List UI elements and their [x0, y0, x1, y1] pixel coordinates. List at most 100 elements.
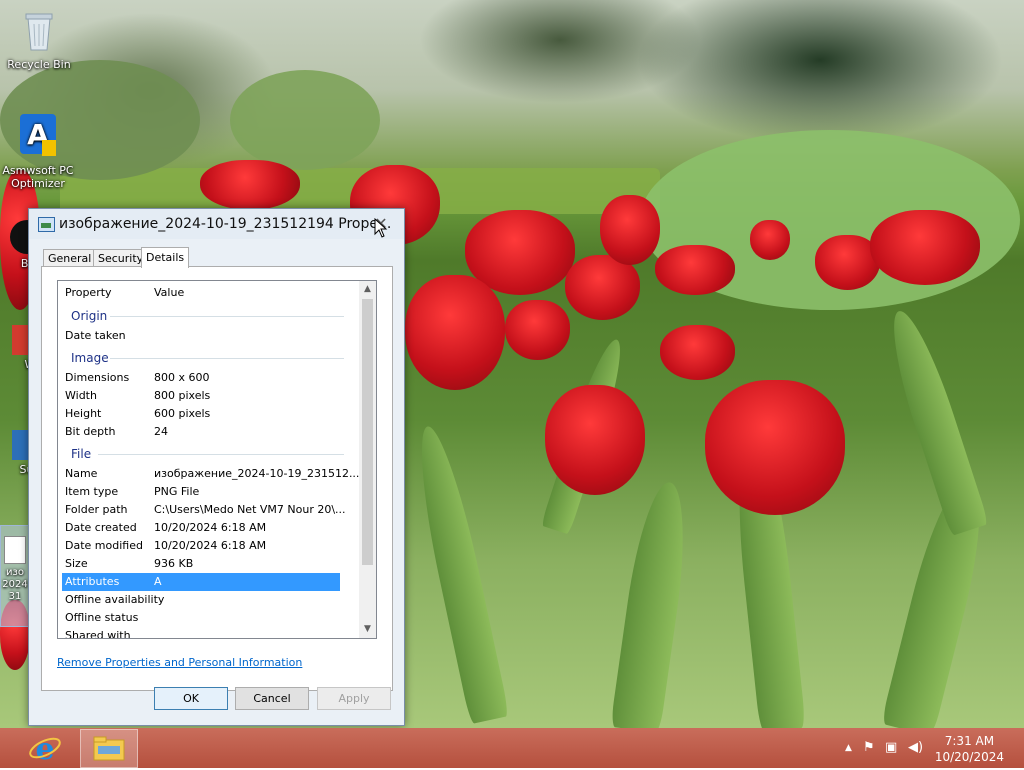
property-name: Size	[65, 557, 88, 570]
property-row[interactable]: Offline availability	[58, 591, 358, 609]
clock[interactable]: 7:31 AM 10/20/2024	[935, 733, 1004, 765]
group-divider	[110, 316, 344, 317]
property-row[interactable]: Dimensions 800 x 600	[58, 369, 358, 387]
svg-text:e: e	[35, 732, 54, 765]
property-row[interactable]: Folder path C:\Users\Medo Net VM7 Nour 2…	[58, 501, 358, 519]
column-header-value[interactable]: Value	[154, 286, 184, 299]
property-value: 936 KB	[154, 557, 194, 570]
property-name: Folder path	[65, 503, 128, 516]
property-name: Date created	[65, 521, 137, 534]
apply-button[interactable]: Apply	[317, 687, 391, 710]
property-name: Attributes	[65, 575, 120, 588]
property-row[interactable]: Size 936 KB	[58, 555, 358, 573]
property-value: 800 x 600	[154, 371, 210, 384]
desktop-icon-asmwsoft[interactable]: A Asmwsoft PC Optimizer	[1, 112, 75, 190]
internet-explorer-icon: e	[29, 732, 61, 767]
recycle-bin-icon	[25, 13, 53, 51]
cancel-button[interactable]: Cancel	[235, 687, 309, 710]
property-name: Shared with	[65, 629, 131, 639]
property-value: C:\Users\Medo Net VM7 Nour 20\...	[154, 503, 346, 516]
column-header-property[interactable]: Property	[65, 286, 112, 299]
action-center-flag-icon[interactable]: ⚑	[863, 740, 875, 755]
wallpaper-leaf	[610, 478, 695, 728]
property-value: 10/20/2024 6:18 AM	[154, 521, 267, 534]
property-row[interactable]: Date taken	[58, 327, 358, 345]
properties-dialog: изображение_2024-10-19_231512194 Prope..…	[28, 208, 405, 726]
property-name: Width	[65, 389, 97, 402]
taskbar-file-explorer[interactable]	[80, 729, 138, 768]
property-row[interactable]: Name изображение_2024-10-19_231512...	[58, 465, 359, 483]
vertical-scrollbar[interactable]: ▲ ▼	[359, 281, 376, 638]
show-hidden-icons-icon[interactable]: ▲	[845, 743, 852, 753]
wallpaper-tulip	[405, 275, 505, 390]
ok-button[interactable]: OK	[154, 687, 228, 710]
property-row[interactable]: Date modified 10/20/2024 6:18 AM	[58, 537, 358, 555]
group-label: Image	[71, 351, 109, 365]
network-icon[interactable]: ▣	[885, 740, 897, 755]
property-row[interactable]: Height 600 pixels	[58, 405, 358, 423]
tab-security[interactable]: Security	[93, 249, 149, 267]
wallpaper-tulip	[750, 220, 790, 260]
dialog-title-bar[interactable]: изображение_2024-10-19_231512194 Prope..…	[29, 209, 404, 239]
property-row-selected[interactable]: Attributes A	[62, 573, 340, 591]
property-name: Offline status	[65, 611, 139, 624]
property-name: Dimensions	[65, 371, 130, 384]
wallpaper-tulip	[655, 245, 735, 295]
property-row[interactable]: Item type PNG File	[58, 483, 358, 501]
group-label: Origin	[71, 309, 108, 323]
property-name: Date modified	[65, 539, 143, 552]
chevron-down-icon: ▼	[364, 624, 371, 634]
asmwsoft-icon: A	[20, 114, 56, 156]
list-header: Property Value	[58, 281, 358, 303]
property-row[interactable]: Offline status	[58, 609, 358, 627]
details-panel: Property Value Origin Date taken Image D…	[41, 266, 393, 691]
property-value: 600 pixels	[154, 407, 211, 420]
property-row[interactable]: Date created 10/20/2024 6:18 AM	[58, 519, 358, 537]
wallpaper-leaf	[408, 422, 510, 725]
taskbar: e ▲ ⚑ ▣ ◀) 7:31 AM 10/20/2024	[0, 728, 1024, 768]
property-name: Item type	[65, 485, 119, 498]
image-file-icon	[4, 536, 26, 564]
taskbar-internet-explorer[interactable]: e	[26, 731, 64, 767]
system-tray: ▲ ⚑ ▣ ◀) 7:31 AM 10/20/2024	[839, 728, 1024, 768]
group-origin: Origin	[58, 307, 358, 325]
wallpaper-tulip	[505, 300, 570, 360]
desktop-icon-image-file[interactable]: изо 2024 31	[0, 525, 30, 627]
desktop-icon-label: Asmwsoft PC Optimizer	[2, 164, 74, 190]
scroll-thumb[interactable]	[362, 299, 373, 565]
property-name: Offline availability	[65, 593, 165, 606]
property-value: PNG File	[154, 485, 200, 498]
scroll-down-button[interactable]: ▼	[359, 621, 376, 638]
property-row[interactable]: Width 800 pixels	[58, 387, 358, 405]
clock-date: 10/20/2024	[934, 750, 1004, 764]
image-file-icon	[38, 217, 55, 232]
property-value: 800 pixels	[154, 389, 211, 402]
property-name: Name	[65, 467, 98, 480]
file-explorer-icon	[93, 736, 125, 761]
remove-properties-link[interactable]: Remove Properties and Personal Informati…	[57, 656, 302, 669]
property-name: Height	[65, 407, 102, 420]
group-file: File	[58, 445, 358, 463]
property-list[interactable]: Property Value Origin Date taken Image D…	[57, 280, 377, 639]
wallpaper-tulip	[870, 210, 980, 285]
property-row[interactable]: Shared with	[58, 627, 358, 639]
property-name: Bit depth	[65, 425, 116, 438]
wallpaper-tulip	[200, 160, 300, 210]
tab-general[interactable]: General	[43, 249, 97, 267]
wallpaper-tulip	[660, 325, 735, 380]
volume-icon[interactable]: ◀)	[908, 740, 923, 755]
desktop-icon-recycle-bin[interactable]: Recycle Bin	[2, 8, 76, 71]
desktop-icon-label: изо 2024 31	[2, 567, 28, 602]
property-row[interactable]: Bit depth 24	[58, 423, 358, 441]
wallpaper-tulip	[545, 385, 645, 495]
group-divider	[110, 358, 344, 359]
scroll-up-button[interactable]: ▲	[359, 281, 376, 298]
wallpaper-bush	[230, 70, 380, 170]
property-value: 24	[154, 425, 168, 438]
property-name: Date taken	[65, 329, 126, 342]
desktop-icon-label: Recycle Bin	[7, 58, 71, 71]
group-divider	[98, 454, 344, 455]
chevron-up-icon: ▲	[364, 284, 371, 294]
tab-details[interactable]: Details	[141, 247, 190, 268]
wallpaper-tulip	[705, 380, 845, 515]
